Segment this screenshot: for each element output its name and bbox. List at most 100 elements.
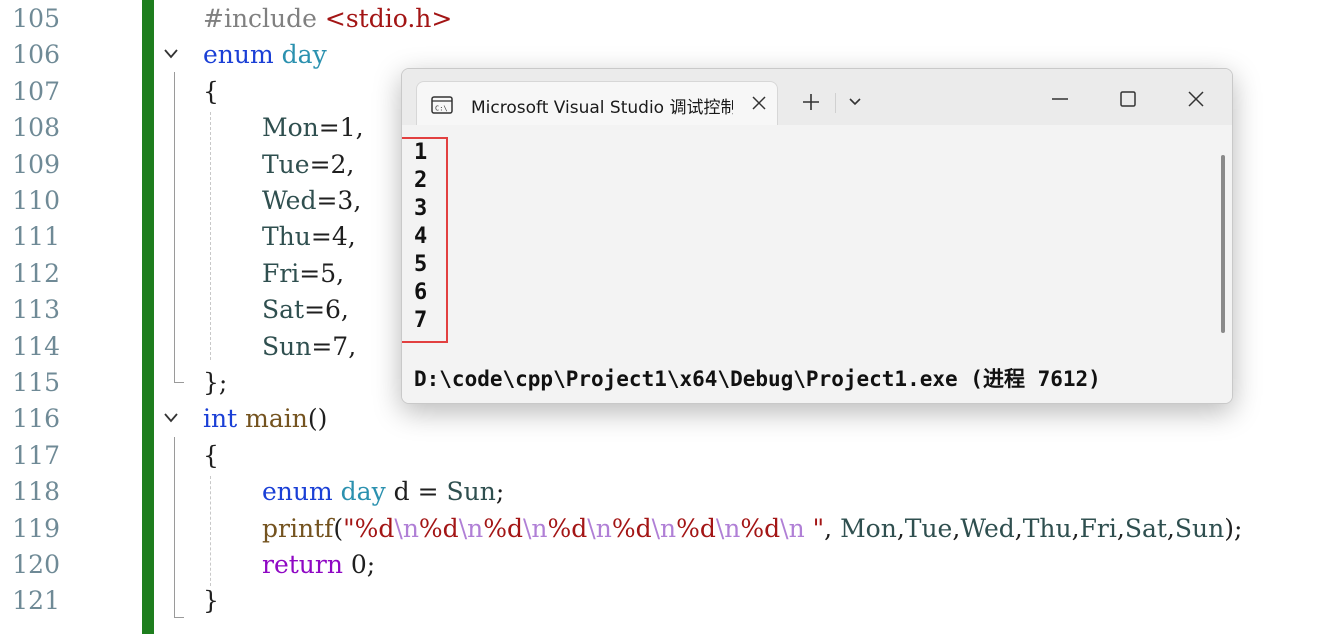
code-text[interactable]: Wed=3, [262, 183, 361, 219]
output-highlight-box [402, 137, 448, 343]
close-icon[interactable] [1184, 87, 1208, 111]
code-token: Wed [262, 186, 317, 215]
code-token: \n [394, 514, 419, 543]
code-token: } [203, 586, 219, 615]
code-token: d = [385, 477, 447, 506]
code-text[interactable]: #include <stdio.h> [203, 1, 452, 37]
line-number: 108 [12, 113, 60, 142]
code-token: %d [611, 514, 652, 543]
code-token: \n [651, 514, 677, 543]
code-line[interactable]: 119 printf("%d\n%d\n%d\n%d\n%d\n%d\n%d\n … [0, 511, 1342, 547]
code-token: <stdio.h> [324, 4, 453, 33]
console-tab[interactable]: C:\ Microsoft Visual Studio 调试控制台 [416, 81, 778, 128]
code-text[interactable]: { [203, 438, 219, 474]
code-line[interactable]: 120 return 0; [0, 547, 1342, 583]
console-titlebar[interactable]: C:\ Microsoft Visual Studio 调试控制台 [402, 69, 1232, 128]
code-token: return [262, 550, 343, 579]
code-text[interactable]: } [203, 583, 219, 619]
code-text[interactable]: Sun=7, [262, 329, 356, 365]
code-token: printf [262, 514, 334, 543]
code-token: Sun [1174, 514, 1225, 543]
code-token: Mon [840, 514, 897, 543]
code-text[interactable]: return 0; [262, 547, 375, 583]
line-number: 117 [12, 441, 60, 470]
code-token: , [1166, 514, 1175, 543]
code-text[interactable]: Tue=2, [262, 147, 354, 183]
code-token: int [203, 404, 238, 433]
console-scrollbar[interactable] [1221, 155, 1225, 333]
chevron-down-icon[interactable] [846, 93, 864, 111]
code-token: { [203, 441, 219, 470]
code-token: enum [203, 40, 274, 69]
code-token: %d [418, 514, 459, 543]
svg-text:C:\: C:\ [435, 105, 448, 113]
code-token: =2, [309, 150, 355, 179]
code-token: , [896, 514, 905, 543]
code-token: Thu [1022, 514, 1072, 543]
code-token: \n [780, 514, 805, 543]
code-token: { [203, 77, 219, 106]
code-text[interactable]: printf("%d\n%d\n%d\n%d\n%d\n%d\n%d\n ", … [262, 511, 1242, 547]
line-number: 111 [12, 222, 60, 251]
code-line[interactable]: 105 #include <stdio.h> [0, 1, 1342, 37]
code-token: }; [203, 368, 228, 397]
line-number: 109 [12, 150, 60, 179]
indent-guide-main [210, 476, 211, 586]
code-token: %d [740, 514, 781, 543]
code-text[interactable]: }; [203, 365, 227, 401]
code-line[interactable]: 116 int main() [0, 401, 1342, 437]
minimize-icon[interactable] [1048, 87, 1072, 111]
code-line[interactable]: 118 enum day d = Sun; [0, 474, 1342, 510]
code-token: %d [676, 514, 716, 543]
code-token: #include [203, 4, 325, 33]
code-token: Sun [262, 332, 312, 361]
code-text[interactable]: Sat=6, [262, 292, 349, 328]
code-token: " [804, 514, 825, 543]
code-token: =5, [299, 259, 345, 288]
code-token: \n [458, 514, 484, 543]
line-number: 107 [12, 77, 60, 106]
fold-guide-end-enum [174, 382, 184, 383]
code-text[interactable]: enum day d = Sun; [262, 474, 504, 510]
console-tab-title: Microsoft Visual Studio 调试控制台 [471, 98, 733, 118]
fold-chevron-icon[interactable] [160, 401, 182, 437]
code-token: Mon [262, 113, 319, 142]
code-token: =3, [316, 186, 362, 215]
code-token: "%d [343, 514, 395, 543]
fold-chevron-icon[interactable] [160, 37, 182, 73]
code-line[interactable]: 121} [0, 583, 1342, 619]
line-number: 118 [12, 477, 60, 506]
code-token: , [1014, 514, 1023, 543]
code-token: , [1116, 514, 1125, 543]
code-token: Fri [1079, 514, 1117, 543]
code-token: ); [1224, 514, 1243, 543]
line-number: 110 [12, 186, 60, 215]
code-text[interactable]: int main() [203, 401, 327, 437]
code-token: =4, [310, 222, 356, 251]
debug-console-window[interactable]: C:\ Microsoft Visual Studio 调试控制台 1 2 3 … [401, 68, 1233, 404]
code-text[interactable]: Mon=1, [262, 110, 364, 146]
code-token: %d [483, 514, 523, 543]
code-token: , [1071, 514, 1080, 543]
console-output-area[interactable]: 1 2 3 4 5 6 7 D:\code\cpp\Project1\x64\D… [402, 125, 1232, 403]
code-token: day [340, 477, 386, 506]
plus-icon[interactable] [800, 91, 822, 113]
maximize-icon[interactable] [1116, 87, 1140, 111]
line-number: 116 [12, 404, 60, 433]
fold-guide-end-main [174, 617, 184, 618]
code-line[interactable]: 117 { [0, 438, 1342, 474]
code-token: Wed [960, 514, 1015, 543]
code-text[interactable]: { [203, 74, 219, 110]
code-text[interactable]: enum day [203, 37, 327, 73]
code-token: ( [333, 514, 344, 543]
line-number: 112 [12, 259, 60, 288]
code-token: \n [587, 514, 612, 543]
line-number: 120 [12, 550, 60, 579]
close-icon[interactable] [749, 93, 769, 113]
code-text[interactable]: Fri=5, [262, 256, 344, 292]
fold-guide-enum [174, 72, 175, 382]
code-text[interactable]: Thu=4, [262, 219, 356, 255]
code-token: =1, [318, 113, 364, 142]
code-token: ; [495, 477, 505, 506]
tab-separator [835, 93, 836, 113]
